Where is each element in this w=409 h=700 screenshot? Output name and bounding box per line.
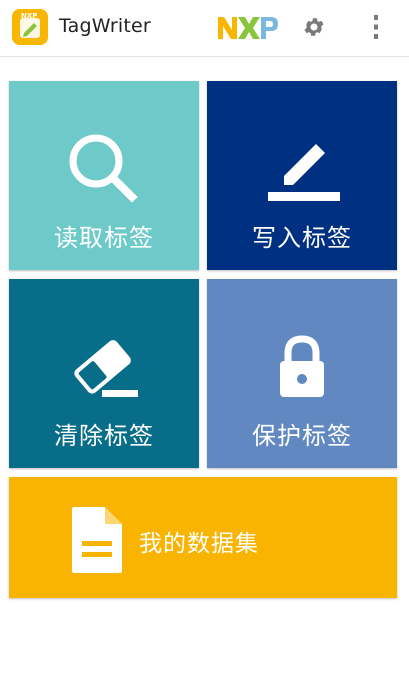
my-datasets-tile[interactable]: 我的数据集 <box>9 477 397 598</box>
gear-icon <box>304 18 324 36</box>
write-tag-label: 写入标签 <box>252 224 352 252</box>
eraser-icon <box>64 327 144 411</box>
svg-text:NXP: NXP <box>21 12 37 20</box>
nxp-logo <box>216 12 280 42</box>
my-datasets-label: 我的数据集 <box>139 531 259 557</box>
tagwriter-logo-icon: NXP <box>12 9 48 45</box>
app-bar: NXP TagWriter <box>0 0 409 57</box>
more-vert-icon <box>374 15 378 39</box>
document-icon <box>69 505 125 579</box>
write-tag-tile[interactable]: 写入标签 <box>207 81 397 270</box>
erase-tag-label: 清除标签 <box>54 422 154 450</box>
app-title: TagWriter <box>59 15 151 37</box>
search-icon <box>64 129 144 213</box>
protect-tag-tile[interactable]: 保护标签 <box>207 279 397 468</box>
protect-tag-label: 保护标签 <box>252 422 352 450</box>
read-tag-label: 读取标签 <box>54 224 154 252</box>
erase-tag-tile[interactable]: 清除标签 <box>9 279 199 468</box>
read-tag-tile[interactable]: 读取标签 <box>9 81 199 270</box>
settings-button[interactable] <box>298 11 330 43</box>
overflow-menu-button[interactable] <box>364 11 388 43</box>
pencil-icon <box>262 129 342 213</box>
lock-icon <box>262 327 342 411</box>
